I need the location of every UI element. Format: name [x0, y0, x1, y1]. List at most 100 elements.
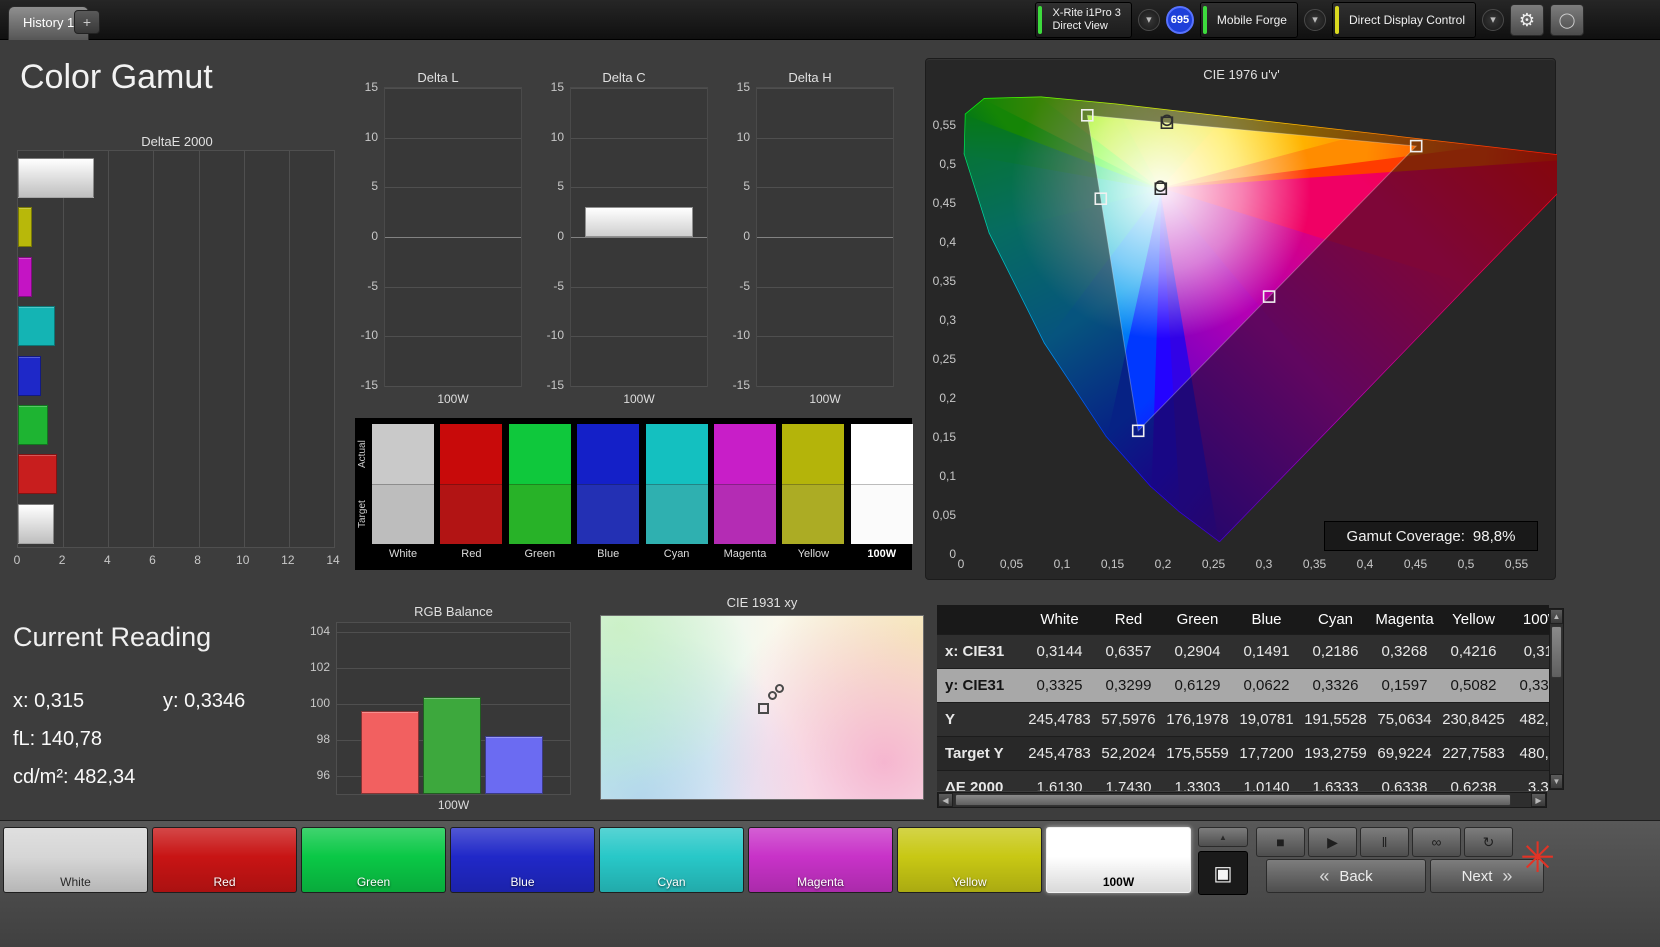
topbar-controls: X-Rite i1Pro 3 Direct View ▾ 695 Mobile … — [1035, 0, 1584, 40]
pattern-source-select[interactable]: Mobile Forge — [1200, 2, 1298, 38]
axis-tick-label: 0,55 — [926, 118, 956, 132]
axis-tick-label: -5 — [350, 279, 378, 293]
gridline — [385, 386, 521, 387]
scroll-thumb[interactable] — [1551, 626, 1562, 678]
table-cell: 0,1491 — [1232, 635, 1301, 668]
table-header-row: WhiteRedGreenBlueCyanMagentaYellow100W — [937, 605, 1549, 635]
axis-tick-label: -10 — [536, 328, 564, 342]
axis-tick-label: 0,5 — [1451, 557, 1481, 571]
gamut-coverage-box: Gamut Coverage: 98,8% — [1324, 521, 1538, 551]
table-header-cell: Cyan — [1301, 605, 1370, 634]
axis-tick-label: -15 — [722, 378, 750, 392]
loop-button[interactable]: ∞ — [1412, 827, 1461, 857]
current-reading: Current Reading x: 0,315 y: 0,3346 fL: 1… — [13, 622, 313, 792]
patch-button-100w[interactable]: 100W — [1046, 827, 1191, 893]
patch-button-red[interactable]: Red — [152, 827, 297, 893]
patch-label: 100W — [1047, 875, 1190, 889]
gridline — [571, 237, 707, 238]
gridline — [571, 336, 707, 337]
play-button[interactable]: ▶ — [1308, 827, 1357, 857]
axis-tick-label: 0,15 — [926, 430, 956, 444]
axis-tick-label: 4 — [97, 553, 117, 567]
axis-tick-label: 0,1 — [1047, 557, 1077, 571]
profile-button[interactable]: ◯ — [1550, 4, 1584, 36]
page-title: Color Gamut — [20, 58, 213, 97]
x-axis-label: 100W — [756, 392, 894, 406]
chart-title: CIE 1931 xy — [600, 595, 924, 610]
axis-tick-label: 0,5 — [926, 157, 956, 171]
stop-button[interactable]: ■ — [1256, 827, 1305, 857]
table-cell: 3,35 — [1508, 771, 1549, 791]
axis-tick-label: -10 — [722, 328, 750, 342]
swatch-label: Red — [440, 548, 502, 560]
table-row[interactable]: Y245,478357,5976176,197819,0781191,55287… — [937, 703, 1549, 737]
table-cell: 0,3346 — [1508, 669, 1549, 702]
table-cell: 0,3144 — [1025, 635, 1094, 668]
chart-title: RGB Balance — [336, 604, 571, 619]
meter-select[interactable]: X-Rite i1Pro 3 Direct View — [1035, 2, 1131, 38]
axis-tick-label: 0,45 — [1401, 557, 1431, 571]
display-label: Direct Display Control — [1345, 13, 1465, 27]
add-tab-button[interactable]: + — [74, 10, 100, 34]
table-cell: 75,0634 — [1370, 703, 1439, 736]
rgb-balance-chart: RGB Balance 1041021009896 100W — [300, 604, 580, 816]
table-row[interactable]: x: CIE310,31440,63570,29040,14910,21860,… — [937, 635, 1549, 669]
swatch-label: Blue — [577, 548, 639, 560]
scroll-down-button[interactable]: ▼ — [1550, 774, 1563, 789]
deltae-bar-cyan — [18, 306, 55, 346]
actual-swatch — [714, 424, 776, 484]
y-axis-labels: 1041021009896 — [300, 622, 332, 795]
display-control-select[interactable]: Direct Display Control — [1332, 2, 1476, 38]
axis-tick-label: 5 — [722, 179, 750, 193]
circle-icon: ◯ — [1559, 11, 1576, 29]
patch-list-up-button[interactable]: ▲ — [1198, 827, 1248, 847]
patch-button-green[interactable]: Green — [301, 827, 446, 893]
swatch-column-100w: 100W — [851, 424, 913, 570]
meter-dropdown-chevron[interactable]: ▾ — [1138, 9, 1160, 31]
actual-swatch — [851, 424, 913, 484]
patch-button-yellow[interactable]: Yellow — [897, 827, 1042, 893]
gridline — [757, 138, 893, 139]
table-cell: 1,3303 — [1163, 771, 1232, 791]
x-axis-label: 100W — [570, 392, 708, 406]
table-grid: WhiteRedGreenBlueCyanMagentaYellow100Wx:… — [937, 605, 1549, 791]
back-button[interactable]: « Back — [1266, 859, 1426, 893]
patch-label: Cyan — [600, 875, 743, 889]
deltae2000-x-axis: 02468101214 — [17, 553, 337, 569]
delta-bar — [585, 207, 693, 237]
refresh-icon: ↻ — [1483, 834, 1495, 851]
scroll-left-button[interactable]: ◀ — [938, 793, 953, 807]
scroll-up-button[interactable]: ▲ — [1550, 609, 1563, 624]
patch-button-magenta[interactable]: Magenta — [748, 827, 893, 893]
app-window: History 1 + X-Rite i1Pro 3 Direct View ▾… — [0, 0, 1660, 947]
scroll-right-button[interactable]: ▶ — [1531, 793, 1546, 807]
scroll-thumb[interactable] — [955, 794, 1511, 806]
pattern-window-button[interactable]: ▣ — [1198, 851, 1248, 895]
table-row[interactable]: ΔE 20001,61301,74301,33031,01401,63330,6… — [937, 771, 1549, 791]
swatch-label: White — [372, 548, 434, 560]
square-icon: ▣ — [1214, 861, 1233, 886]
gridline — [385, 237, 521, 238]
display-dropdown-chevron[interactable]: ▾ — [1482, 9, 1504, 31]
table-cell: 0,6338 — [1370, 771, 1439, 791]
axis-tick-label: 0,1 — [926, 469, 956, 483]
actual-row-label: Actual — [357, 426, 370, 482]
patch-button-white[interactable]: White — [3, 827, 148, 893]
settings-button[interactable]: ⚙ — [1510, 4, 1544, 36]
axis-tick-label: 0,45 — [926, 196, 956, 210]
patch-button-blue[interactable]: Blue — [450, 827, 595, 893]
pause-button[interactable]: ‖ — [1360, 827, 1409, 857]
axis-tick-label: 0 — [946, 557, 976, 571]
arrow-up-icon: ▲ — [1553, 612, 1561, 621]
meter-line1: X-Rite i1Pro 3 — [1052, 7, 1120, 20]
axis-tick-label: 15 — [536, 80, 564, 94]
refresh-button[interactable]: ↻ — [1464, 827, 1513, 857]
table-horizontal-scrollbar[interactable]: ◀ ▶ — [937, 792, 1547, 808]
table-header-cell: White — [1025, 605, 1094, 634]
patch-button-cyan[interactable]: Cyan — [599, 827, 744, 893]
source-dropdown-chevron[interactable]: ▾ — [1304, 9, 1326, 31]
table-row[interactable]: y: CIE310,33250,32990,61290,06220,33260,… — [937, 669, 1549, 703]
table-row[interactable]: Target Y245,478352,2024175,555917,720019… — [937, 737, 1549, 771]
table-vertical-scrollbar[interactable]: ▲ ▼ — [1549, 608, 1564, 790]
gamut-coverage-label: Gamut Coverage: — [1347, 528, 1465, 545]
